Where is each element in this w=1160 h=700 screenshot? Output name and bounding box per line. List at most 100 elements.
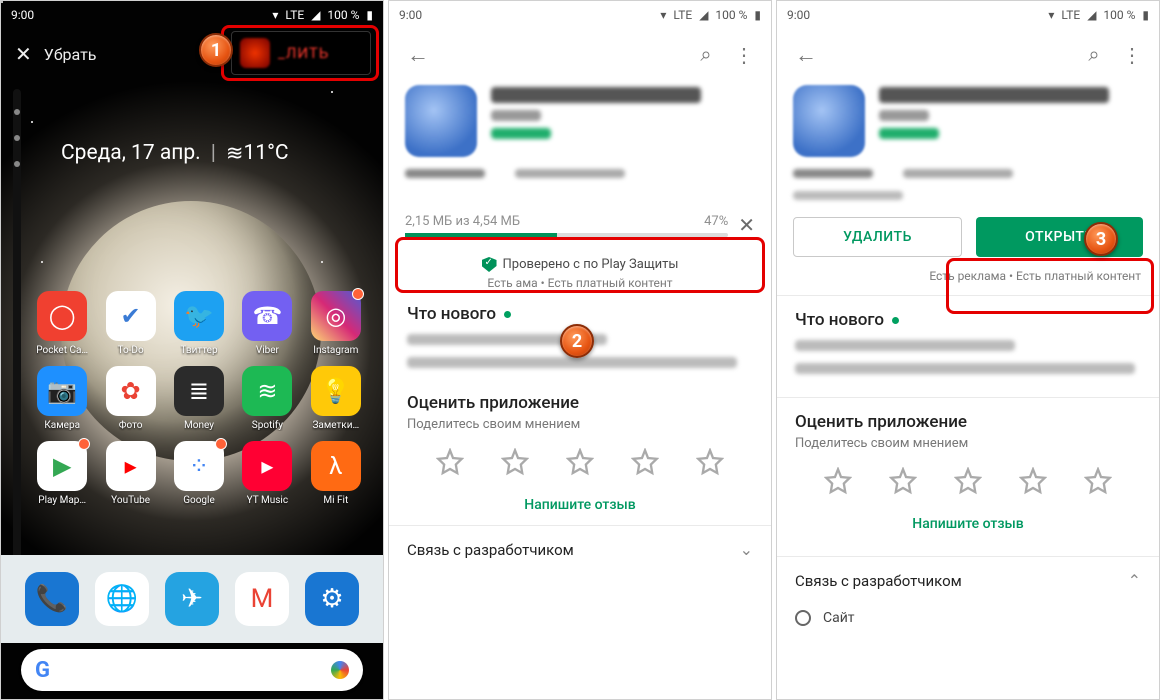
app-icon: ☎ xyxy=(242,291,292,341)
app-icon: ≋ xyxy=(242,366,292,416)
dock-app[interactable]: M xyxy=(235,572,289,626)
star-4-icon[interactable] xyxy=(1019,467,1047,495)
status-bar: 9:00 ▾ LTE ◢ 100 % ▮ xyxy=(389,1,771,29)
uninstall-button[interactable]: УДАЛИТЬ xyxy=(793,217,962,257)
search-icon[interactable]: ⌕ xyxy=(1075,44,1113,67)
step-badge-2: 2 xyxy=(560,324,594,358)
panel-install-progress: 9:00 ▾ LTE ◢ 100 % ▮ ← ⌕ ⋮ 2,15 МБ из xyxy=(388,0,772,700)
shield-icon xyxy=(482,257,497,272)
progress-bar xyxy=(405,233,728,237)
star-2-icon[interactable] xyxy=(501,448,529,476)
step-badge-3: 3 xyxy=(1084,222,1118,256)
app-камера[interactable]: 📷Камера xyxy=(31,366,93,431)
app-icon: ▸ xyxy=(242,441,292,491)
app-yt-music[interactable]: ▸YT Music xyxy=(236,441,298,506)
app-header xyxy=(389,81,771,163)
battery-icon: ▮ xyxy=(754,8,761,22)
app-label: Твиттер xyxy=(180,345,217,356)
write-review-link[interactable]: Напишите отзыв xyxy=(389,482,771,525)
more-icon[interactable]: ⋮ xyxy=(1113,43,1151,68)
dock-app[interactable]: 📞 xyxy=(25,572,79,626)
app-icon: ▶ xyxy=(37,441,87,491)
star-5-icon[interactable] xyxy=(1084,467,1112,495)
dev-website-row[interactable]: Сайт xyxy=(777,604,1159,632)
download-size-text: 2,15 МБ из 4,54 МБ xyxy=(405,214,520,229)
weather-icon: ≋ xyxy=(226,141,244,166)
dock-app[interactable]: ⚙ xyxy=(305,572,359,626)
delete-label: _ЛИТЬ xyxy=(278,44,329,62)
app-icon: ⁘ xyxy=(174,441,224,491)
dock: 📞 🌐 ✈ M ⚙ xyxy=(1,555,383,643)
back-button[interactable]: ← xyxy=(785,42,827,68)
app-icon xyxy=(793,85,865,157)
widget-temp: 11°C xyxy=(243,141,288,165)
app-tags xyxy=(389,163,771,189)
dock-app[interactable]: ✈ xyxy=(165,572,219,626)
status-time: 9:00 xyxy=(787,8,810,22)
star-2-icon[interactable] xyxy=(889,467,917,495)
site-label: Сайт xyxy=(823,610,855,626)
whatsnew-label: Что нового xyxy=(407,304,496,324)
app-pocket-ca-[interactable]: ◯Pocket Ca… xyxy=(31,291,93,356)
app-google[interactable]: ⁘Google xyxy=(168,441,230,506)
app-mi-fit[interactable]: λMi Fit xyxy=(305,441,367,506)
app-заметки-[interactable]: 💡Заметки… xyxy=(305,366,367,431)
app-label: Камера xyxy=(44,420,80,431)
whats-new-section[interactable]: Что нового xyxy=(777,296,1159,385)
app-твиттер[interactable]: 🐦Твиттер xyxy=(168,291,230,356)
star-1-icon[interactable] xyxy=(436,448,464,476)
app-label: Spotify xyxy=(252,420,283,431)
star-5-icon[interactable] xyxy=(696,448,724,476)
developer-contact[interactable]: Связь с разработчиком ⌃ xyxy=(777,557,1159,604)
app-instagram[interactable]: ◎Instagram xyxy=(305,291,367,356)
battery-icon: ▮ xyxy=(1142,8,1149,22)
google-search-bar[interactable]: G xyxy=(21,649,363,691)
developer-contact[interactable]: Связь с разработчиком ⌄ xyxy=(389,525,771,573)
download-percent: 47% xyxy=(704,214,728,229)
star-1-icon[interactable] xyxy=(824,467,852,495)
star-3-icon[interactable] xyxy=(954,467,982,495)
wifi-icon: ▾ xyxy=(272,8,278,22)
app-icon: ≣ xyxy=(174,366,224,416)
app-label: YouTube xyxy=(111,495,150,506)
dock-app[interactable]: 🌐 xyxy=(95,572,149,626)
delete-dropzone[interactable]: _ЛИТЬ xyxy=(231,31,371,75)
app-icon: ◎ xyxy=(311,291,361,341)
lte-label: LTE xyxy=(285,8,304,22)
rating-stars[interactable] xyxy=(777,455,1159,501)
battery-label: 100 % xyxy=(715,8,747,22)
more-icon[interactable]: ⋮ xyxy=(725,43,763,68)
dot-icon xyxy=(504,311,511,318)
wifi-icon: ▾ xyxy=(1048,8,1054,22)
assistant-icon[interactable] xyxy=(331,661,349,679)
app-to-do[interactable]: ✔To-Do xyxy=(99,291,161,356)
star-3-icon[interactable] xyxy=(566,448,594,476)
close-icon[interactable]: ✕ xyxy=(15,42,32,66)
search-icon[interactable]: ⌕ xyxy=(687,44,725,67)
lte-label: LTE xyxy=(1061,8,1080,22)
write-review-link[interactable]: Напишите отзыв xyxy=(777,501,1159,544)
status-icons: ▾ LTE ◢ 100 % ▮ xyxy=(1044,8,1149,22)
app-viber[interactable]: ☎Viber xyxy=(236,291,298,356)
progress-fill xyxy=(405,233,557,237)
back-button[interactable]: ← xyxy=(397,42,439,68)
dragged-app-icon xyxy=(240,38,270,68)
lte-label: LTE xyxy=(673,8,692,22)
signal-icon: ◢ xyxy=(311,8,320,22)
rate-sub: Поделитесь своим мнением xyxy=(795,436,1141,451)
cancel-download-icon[interactable]: ✕ xyxy=(738,213,755,237)
notification-dot xyxy=(352,288,364,300)
app-money[interactable]: ≣Money xyxy=(168,366,230,431)
app-фото[interactable]: ✿Фото xyxy=(99,366,161,431)
star-4-icon[interactable] xyxy=(631,448,659,476)
whatsnew-label: Что нового xyxy=(795,310,884,330)
download-progress-row: 2,15 МБ из 4,54 МБ 47% ✕ xyxy=(389,203,771,247)
remove-label[interactable]: Убрать xyxy=(44,45,97,64)
app-play-мар-[interactable]: ▶Play Мар… xyxy=(31,441,93,506)
rating-stars[interactable] xyxy=(389,436,771,482)
play-top-bar: ← ⌕ ⋮ xyxy=(389,29,771,81)
app-youtube[interactable]: ▸YouTube xyxy=(99,441,161,506)
app-icon xyxy=(405,85,477,157)
app-spotify[interactable]: ≋ Spotify xyxy=(236,366,298,431)
date-weather-widget[interactable]: Среда, 17 апр. | ≋ 11°C xyxy=(61,131,357,175)
